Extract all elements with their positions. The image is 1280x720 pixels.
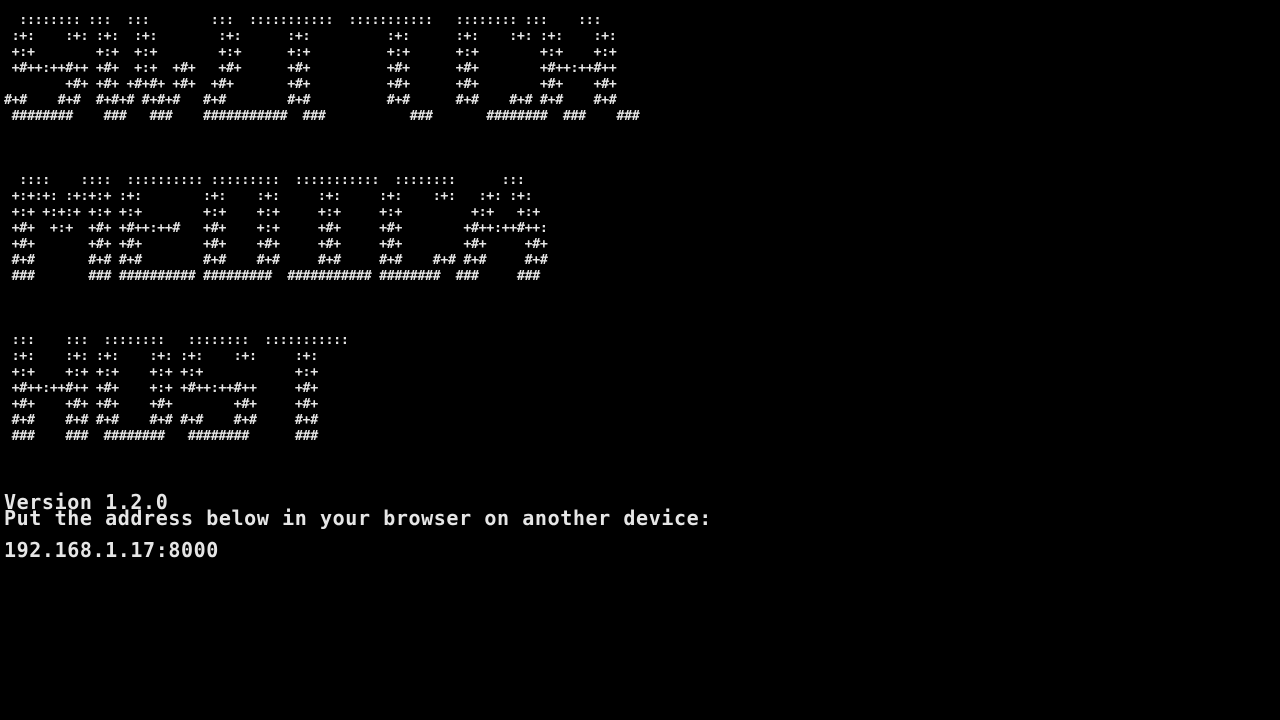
ascii-banner-host: ::: ::: :::::::: :::::::: ::::::::::: :+… <box>11 333 349 444</box>
terminal-screen: :::::::: ::: ::: ::: ::::::::::: :::::::… <box>0 0 1280 720</box>
instruction-text: Put the address below in your browser on… <box>4 506 712 530</box>
ascii-banner-switch: :::::::: ::: ::: ::: ::::::::::: :::::::… <box>4 13 640 124</box>
server-address: 192.168.1.17:8000 <box>4 538 219 562</box>
ascii-banner-media: :::: :::: :::::::::: ::::::::: :::::::::… <box>11 173 548 284</box>
